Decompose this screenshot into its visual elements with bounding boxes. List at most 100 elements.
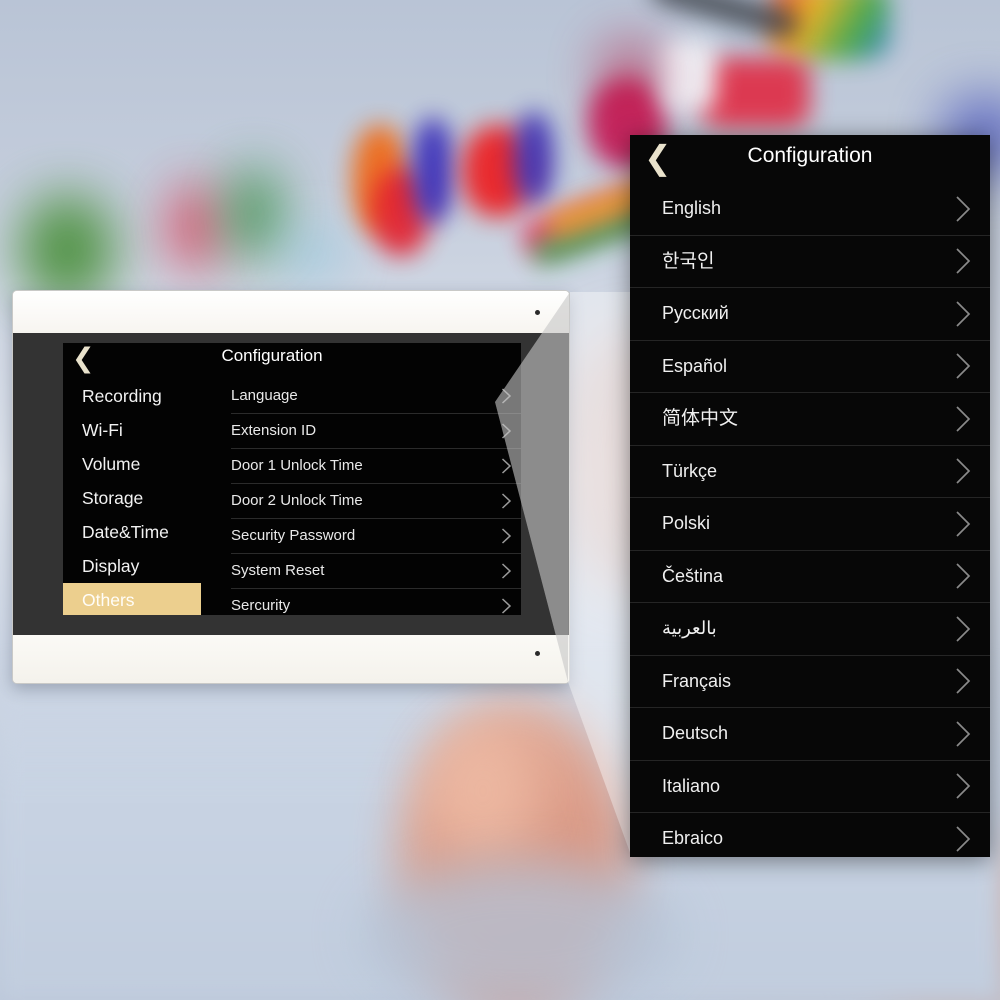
chevron-right-icon xyxy=(955,825,972,853)
bg-blob-red-a xyxy=(170,185,220,270)
language-selection-panel: ❮ Configuration English 한국인 Русский Espa… xyxy=(630,135,990,857)
chevron-right-icon xyxy=(955,300,972,328)
chevron-right-icon xyxy=(955,720,972,748)
list-item-label: Sercurity xyxy=(231,597,291,614)
background-fingertip xyxy=(428,726,538,856)
chevron-right-icon xyxy=(955,667,972,695)
language-item-italian[interactable]: Italiano xyxy=(630,761,990,813)
language-label: Deutsch xyxy=(662,723,729,743)
device-top-bezel xyxy=(13,291,569,333)
chevron-right-icon xyxy=(955,772,972,800)
list-item-sercurity[interactable]: Sercurity xyxy=(231,589,521,615)
sidebar-item-others[interactable]: Others xyxy=(63,583,201,615)
screenshot-stage: ❮ Configuration Recording Wi-Fi Volume S… xyxy=(0,0,1000,1000)
chevron-right-icon xyxy=(501,493,512,510)
chevron-right-icon xyxy=(501,563,512,580)
sidebar-item-label: Others xyxy=(82,590,135,610)
chevron-right-icon xyxy=(955,510,972,538)
language-label: 한국인 xyxy=(662,250,715,272)
list-item-extension-id[interactable]: Extension ID xyxy=(231,414,521,449)
bg-blob-crimson-right xyxy=(600,40,660,110)
sidebar-item-label: Wi-Fi xyxy=(82,420,123,440)
list-item-language[interactable]: Language xyxy=(231,379,521,414)
bg-blob-green-b xyxy=(228,168,280,260)
chevron-right-icon xyxy=(501,388,512,405)
chevron-right-icon xyxy=(501,528,512,545)
device-header: ❮ Configuration xyxy=(63,343,521,379)
language-item-hebrew[interactable]: Ebraico xyxy=(630,813,990,857)
device-bottom-bezel xyxy=(13,635,569,683)
language-item-spanish[interactable]: Español xyxy=(630,341,990,393)
language-item-korean[interactable]: 한국인 xyxy=(630,236,990,288)
chevron-right-icon xyxy=(955,195,972,223)
bg-blob-red-top-right xyxy=(700,58,810,128)
chevron-right-icon xyxy=(955,562,972,590)
device-page-title: Configuration xyxy=(221,346,323,365)
bg-blob-green-left xyxy=(20,195,115,305)
language-item-arabic[interactable]: بالعربية xyxy=(630,603,990,656)
language-item-french[interactable]: Français xyxy=(630,656,990,708)
indicator-dot-icon xyxy=(535,651,540,656)
language-item-english[interactable]: English xyxy=(630,183,990,236)
language-item-german[interactable]: Deutsch xyxy=(630,708,990,761)
chevron-right-icon xyxy=(955,352,972,380)
language-label: بالعربية xyxy=(662,618,717,638)
list-item-label: Security Password xyxy=(231,527,356,544)
background-hand-shadow xyxy=(360,860,680,1000)
bg-blob-cyan xyxy=(290,232,338,277)
language-item-czech[interactable]: Čeština xyxy=(630,551,990,603)
sidebar-item-label: Display xyxy=(82,556,140,576)
list-item-label: Language xyxy=(231,387,298,404)
device-sidebar: Recording Wi-Fi Volume Storage Date&Time xyxy=(63,379,201,615)
list-item-door-2-unlock-time[interactable]: Door 2 Unlock Time xyxy=(231,484,521,519)
list-item-system-reset[interactable]: System Reset xyxy=(231,554,521,589)
chevron-right-icon xyxy=(955,405,972,433)
bg-blob-blue-b xyxy=(514,112,554,204)
sidebar-item-label: Date&Time xyxy=(82,522,169,542)
bg-blob-white-top xyxy=(660,40,716,110)
chevron-right-icon xyxy=(501,458,512,475)
indoor-monitor-device: ❮ Configuration Recording Wi-Fi Volume S… xyxy=(12,290,570,684)
camera-dot-icon xyxy=(535,310,540,315)
device-settings-list: Language Extension ID Door 1 Unlock Time xyxy=(231,379,521,615)
sidebar-item-storage[interactable]: Storage xyxy=(63,481,201,515)
language-label: Italiano xyxy=(662,775,721,796)
language-label: Ebraico xyxy=(662,828,724,848)
chevron-right-icon xyxy=(501,423,512,440)
sidebar-item-recording[interactable]: Recording xyxy=(63,379,201,413)
chevron-right-icon xyxy=(955,247,972,275)
chevron-right-icon xyxy=(955,457,972,485)
language-label: Français xyxy=(662,670,732,691)
language-item-turkish[interactable]: Türkçe xyxy=(630,446,990,498)
sidebar-item-label: Storage xyxy=(82,488,144,508)
language-label: Русский xyxy=(662,303,729,323)
sidebar-item-label: Recording xyxy=(82,386,162,406)
list-item-security-password[interactable]: Security Password xyxy=(231,519,521,554)
language-item-russian[interactable]: Русский xyxy=(630,288,990,341)
panel-title: Configuration xyxy=(747,144,873,167)
list-item-door-1-unlock-time[interactable]: Door 1 Unlock Time xyxy=(231,449,521,484)
language-label: Polski xyxy=(662,513,711,533)
list-item-label: Door 2 Unlock Time xyxy=(231,492,363,509)
list-item-label: Door 1 Unlock Time xyxy=(231,457,363,474)
chevron-right-icon xyxy=(501,598,512,615)
language-label: Čeština xyxy=(662,565,724,586)
language-label: Türkçe xyxy=(662,460,718,481)
language-label: 简体中文 xyxy=(662,408,739,429)
language-item-simplified-chinese[interactable]: 简体中文 xyxy=(630,393,990,446)
device-body: Recording Wi-Fi Volume Storage Date&Time xyxy=(63,379,521,615)
language-label: Español xyxy=(662,355,728,376)
chevron-right-icon xyxy=(955,615,972,643)
sidebar-item-display[interactable]: Display xyxy=(63,549,201,583)
panel-header: ❮ Configuration xyxy=(630,135,990,183)
sidebar-item-wifi[interactable]: Wi-Fi xyxy=(63,413,201,447)
sidebar-item-datetime[interactable]: Date&Time xyxy=(63,515,201,549)
list-item-label: System Reset xyxy=(231,562,325,579)
bg-blob-blue xyxy=(412,118,454,223)
device-screen: ❮ Configuration Recording Wi-Fi Volume S… xyxy=(63,343,521,615)
sidebar-item-volume[interactable]: Volume xyxy=(63,447,201,481)
language-label: English xyxy=(662,198,722,218)
language-item-polish[interactable]: Polski xyxy=(630,498,990,551)
sidebar-item-label: Volume xyxy=(82,454,141,474)
list-item-label: Extension ID xyxy=(231,422,317,439)
